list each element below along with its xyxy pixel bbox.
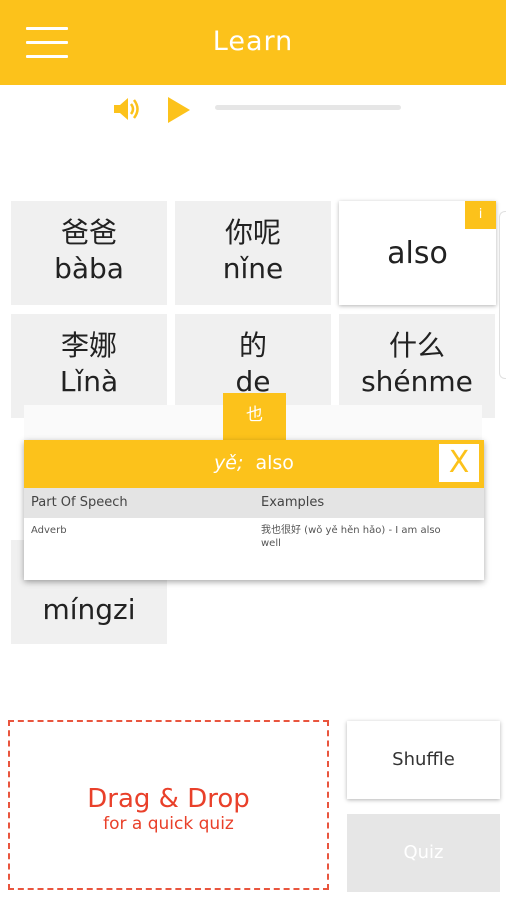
- popup-pinyin: yě;: [214, 452, 244, 474]
- info-icon[interactable]: i: [465, 201, 496, 229]
- tile-pinyin: nǐne: [222, 252, 284, 285]
- drop-zone-subtitle: for a quick quiz: [103, 814, 234, 834]
- tile-hanzi: 的: [238, 329, 267, 362]
- tile-pinyin: Lǐnà: [59, 365, 119, 398]
- tile-word: also: [387, 236, 448, 271]
- popup-heading: yě; also: [24, 452, 484, 474]
- quiz-button[interactable]: Quiz: [347, 814, 500, 892]
- app-header: Learn: [0, 0, 506, 85]
- popup-hanzi-tab: 也: [223, 393, 286, 443]
- column-examples: Examples: [261, 495, 325, 510]
- word-tile-nine[interactable]: 你呢 nǐne: [175, 201, 331, 305]
- popup-meaning: also: [255, 452, 294, 474]
- popup-header: yě; also X: [24, 440, 484, 488]
- audio-progress-track[interactable]: [215, 105, 401, 110]
- tile-hanzi: 爸爸: [60, 216, 117, 249]
- column-part-of-speech: Part Of Speech: [31, 495, 128, 510]
- play-icon[interactable]: [166, 96, 192, 124]
- audio-player: [0, 92, 506, 126]
- part-of-speech-value: Adverb: [31, 525, 67, 536]
- word-tile-lina[interactable]: 李娜 Lǐnà: [11, 314, 167, 418]
- volume-icon[interactable]: [112, 96, 142, 122]
- tile-hanzi: 什么: [388, 329, 445, 362]
- tile-hanzi: 你呢: [224, 216, 281, 249]
- example-value: 我也很好 (wǒ yě hěn hǎo) - I am also well: [261, 525, 441, 549]
- word-detail-popup: yě; also X Part Of Speech Examples Adver…: [24, 440, 484, 580]
- page-title: Learn: [212, 26, 294, 57]
- shuffle-button[interactable]: Shuffle: [347, 721, 500, 799]
- tile-pinyin: míngzi: [42, 593, 136, 626]
- close-button[interactable]: X: [438, 443, 480, 483]
- popup-column-headers: Part Of Speech Examples: [24, 488, 484, 518]
- quiz-drop-zone[interactable]: Drag & Drop for a quick quiz: [8, 720, 329, 890]
- word-tile-shenme[interactable]: 什么 shénme: [339, 314, 495, 418]
- word-tile-also[interactable]: also i: [339, 201, 496, 305]
- tile-hanzi: 李娜: [60, 329, 117, 362]
- tile-pinyin: bàba: [54, 252, 124, 285]
- word-tile-baba[interactable]: 爸爸 bàba: [11, 201, 167, 305]
- tile-pinyin: shénme: [361, 365, 473, 398]
- side-panel-edge[interactable]: [499, 211, 506, 379]
- drop-zone-title: Drag & Drop: [87, 784, 250, 814]
